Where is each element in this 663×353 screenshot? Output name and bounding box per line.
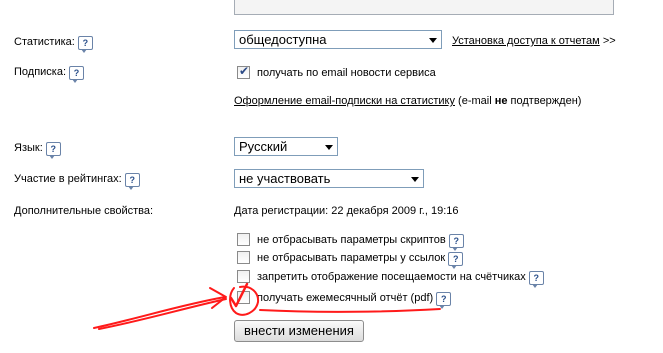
red-annotation-overlay xyxy=(93,282,441,330)
annotation-arrow-line xyxy=(93,296,226,329)
annotation-underline xyxy=(259,308,441,313)
annotation-arrow-line xyxy=(98,298,227,330)
